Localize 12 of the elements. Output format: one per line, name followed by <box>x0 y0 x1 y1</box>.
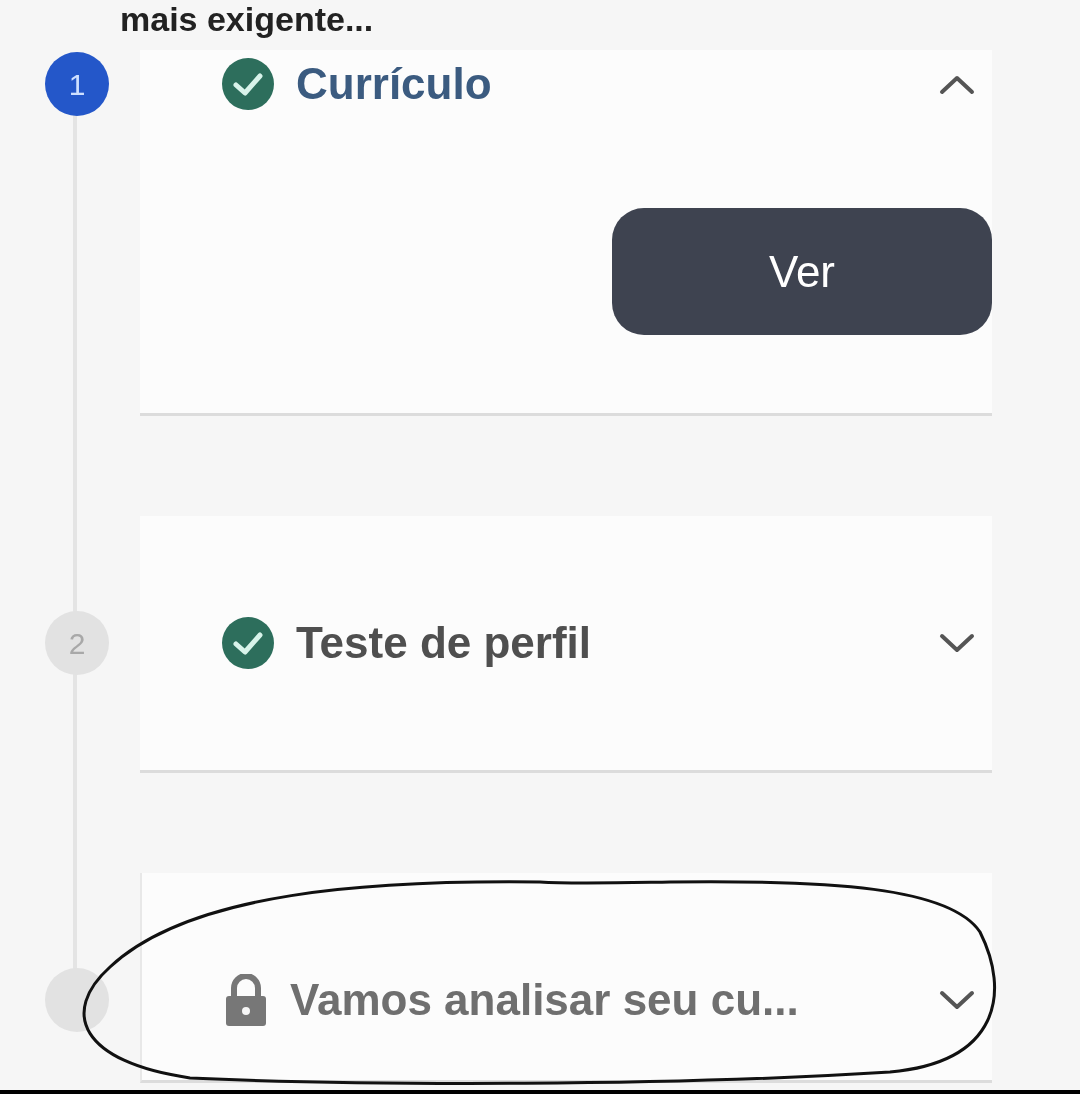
step-marker: 1 <box>45 52 109 116</box>
step-marker: 2 <box>45 611 109 675</box>
check-icon <box>222 617 274 669</box>
section-heading: mais exigente... <box>120 0 374 38</box>
view-button[interactable]: Ver <box>612 208 992 335</box>
step-title: Vamos analisar seu cu... <box>290 974 799 1026</box>
step-title: Currículo <box>296 58 492 110</box>
step-title: Teste de perfil <box>296 617 592 669</box>
check-icon <box>222 58 274 110</box>
lock-icon <box>224 974 268 1026</box>
chevron-down-icon[interactable] <box>937 631 977 655</box>
chevron-down-icon[interactable] <box>937 988 977 1012</box>
